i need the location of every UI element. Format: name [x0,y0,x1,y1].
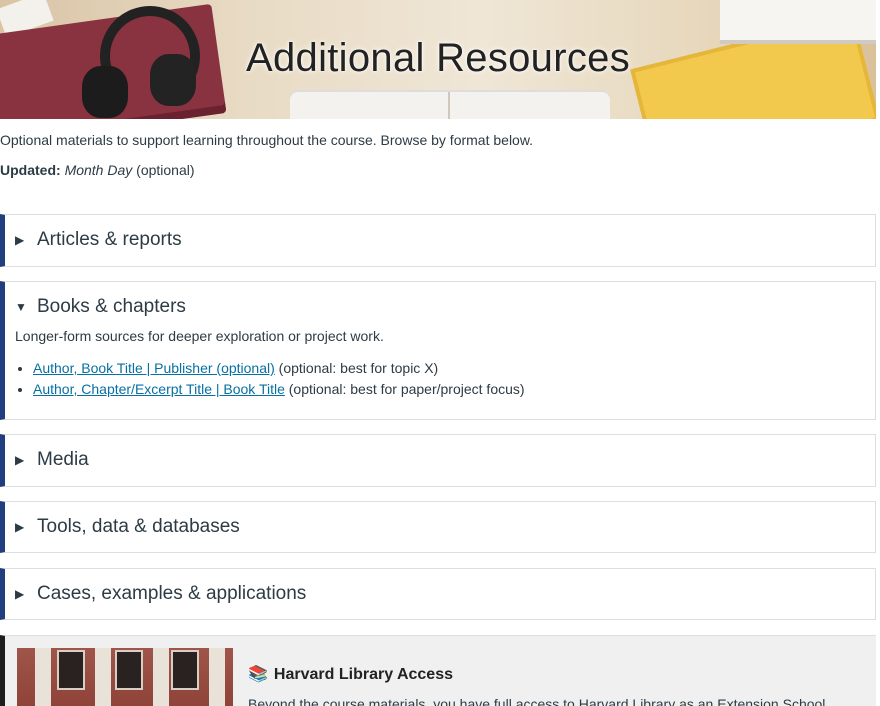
header-banner: Additional Resources [0,0,876,119]
section-tools-data[interactable]: ▶ Tools, data & databases [0,501,876,553]
section-media[interactable]: ▶ Media [0,434,876,487]
banner-open-book [290,92,610,119]
updated-line: Updated: Month Day (optional) [0,162,195,178]
library-title: 📚 Harvard Library Access [248,664,453,684]
building-column [95,648,111,706]
building-window [171,650,199,690]
resource-note: (optional: best for topic X) [278,360,439,376]
building-column [209,648,225,706]
library-callout: 📚 Harvard Library Access Beyond the cours… [0,635,876,706]
section-books-chapters[interactable]: ▼ Books & chapters Longer-form sources f… [0,281,876,420]
page-title: Additional Resources [246,36,630,80]
updated-suffix: (optional) [136,162,195,178]
section-description: Longer-form sources for deeper explorati… [15,328,384,344]
section-articles-reports[interactable]: ▶ Articles & reports [0,214,876,267]
section-summary[interactable]: ▶ Cases, examples & applications [5,569,875,619]
resource-link[interactable]: Author, Book Title | Publisher (optional… [33,360,275,376]
section-title: Cases, examples & applications [37,583,307,604]
triangle-down-icon: ▼ [15,300,27,314]
updated-label: Updated: [0,162,61,178]
triangle-right-icon: ▶ [15,233,25,247]
section-summary[interactable]: ▶ Articles & reports [5,215,875,265]
section-cases-examples[interactable]: ▶ Cases, examples & applications [0,568,876,620]
section-title: Tools, data & databases [37,516,240,537]
section-summary[interactable]: ▶ Tools, data & databases [5,502,875,552]
list-item: Author, Book Title | Publisher (optional… [33,358,875,379]
library-title-text: Harvard Library Access [273,666,453,683]
triangle-right-icon: ▶ [15,587,25,601]
building-column [153,648,169,706]
intro-text: Optional materials to support learning t… [0,132,534,148]
building-column [35,648,51,706]
triangle-right-icon: ▶ [15,453,25,467]
section-summary[interactable]: ▶ Media [5,435,875,485]
library-building-image [17,648,233,706]
list-item: Author, Chapter/Excerpt Title | Book Tit… [33,379,875,400]
section-title: Books & chapters [37,296,186,317]
building-window [115,650,143,690]
updated-value: Month Day [64,162,133,178]
section-summary[interactable]: ▼ Books & chapters [5,282,875,332]
resource-list: Author, Book Title | Publisher (optional… [33,358,875,400]
section-title: Media [37,449,89,470]
building-window [57,650,85,690]
resource-link[interactable]: Author, Chapter/Excerpt Title | Book Tit… [33,381,285,397]
library-text: Beyond the course materials, you have fu… [248,696,826,706]
resource-note: (optional: best for paper/project focus) [288,381,525,397]
books-icon: 📚 [248,666,268,683]
section-title: Articles & reports [37,229,182,250]
triangle-right-icon: ▶ [15,520,25,534]
